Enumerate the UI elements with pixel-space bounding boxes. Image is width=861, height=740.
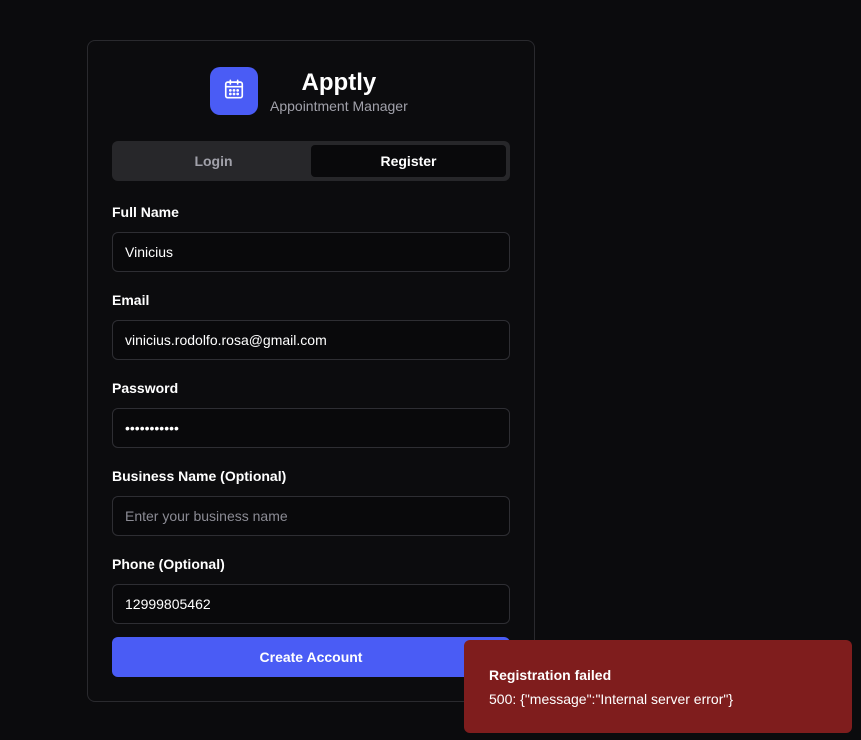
full-name-group: Full Name — [112, 203, 510, 272]
email-label: Email — [112, 292, 150, 308]
business-name-input[interactable] — [112, 496, 510, 536]
password-input[interactable] — [112, 408, 510, 448]
phone-input[interactable] — [112, 584, 510, 624]
error-toast[interactable]: Registration failed 500: {"message":"Int… — [464, 640, 852, 733]
tab-login[interactable]: Login — [116, 145, 311, 177]
business-name-label: Business Name (Optional) — [112, 468, 287, 484]
calendar-icon — [223, 78, 245, 105]
brand-header: Apptly Appointment Manager — [210, 67, 408, 115]
auth-card: Apptly Appointment Manager Login Registe… — [87, 40, 535, 702]
app-subtitle: Appointment Manager — [270, 98, 408, 114]
toast-message: 500: {"message":"Internal server error"} — [489, 691, 733, 707]
app-logo — [210, 67, 258, 115]
create-account-button[interactable]: Create Account — [112, 637, 510, 677]
phone-label: Phone (Optional) — [112, 556, 225, 572]
password-group: Password — [112, 379, 510, 448]
tab-register[interactable]: Register — [311, 145, 506, 177]
phone-group: Phone (Optional) — [112, 555, 510, 624]
password-label: Password — [112, 380, 179, 396]
toast-title: Registration failed — [489, 667, 612, 683]
full-name-label: Full Name — [112, 204, 179, 220]
app-title: Apptly — [301, 69, 377, 96]
email-group: Email — [112, 291, 510, 360]
full-name-input[interactable] — [112, 232, 510, 272]
business-name-group: Business Name (Optional) — [112, 467, 510, 536]
email-input[interactable] — [112, 320, 510, 360]
auth-tabs: Login Register — [112, 141, 510, 181]
